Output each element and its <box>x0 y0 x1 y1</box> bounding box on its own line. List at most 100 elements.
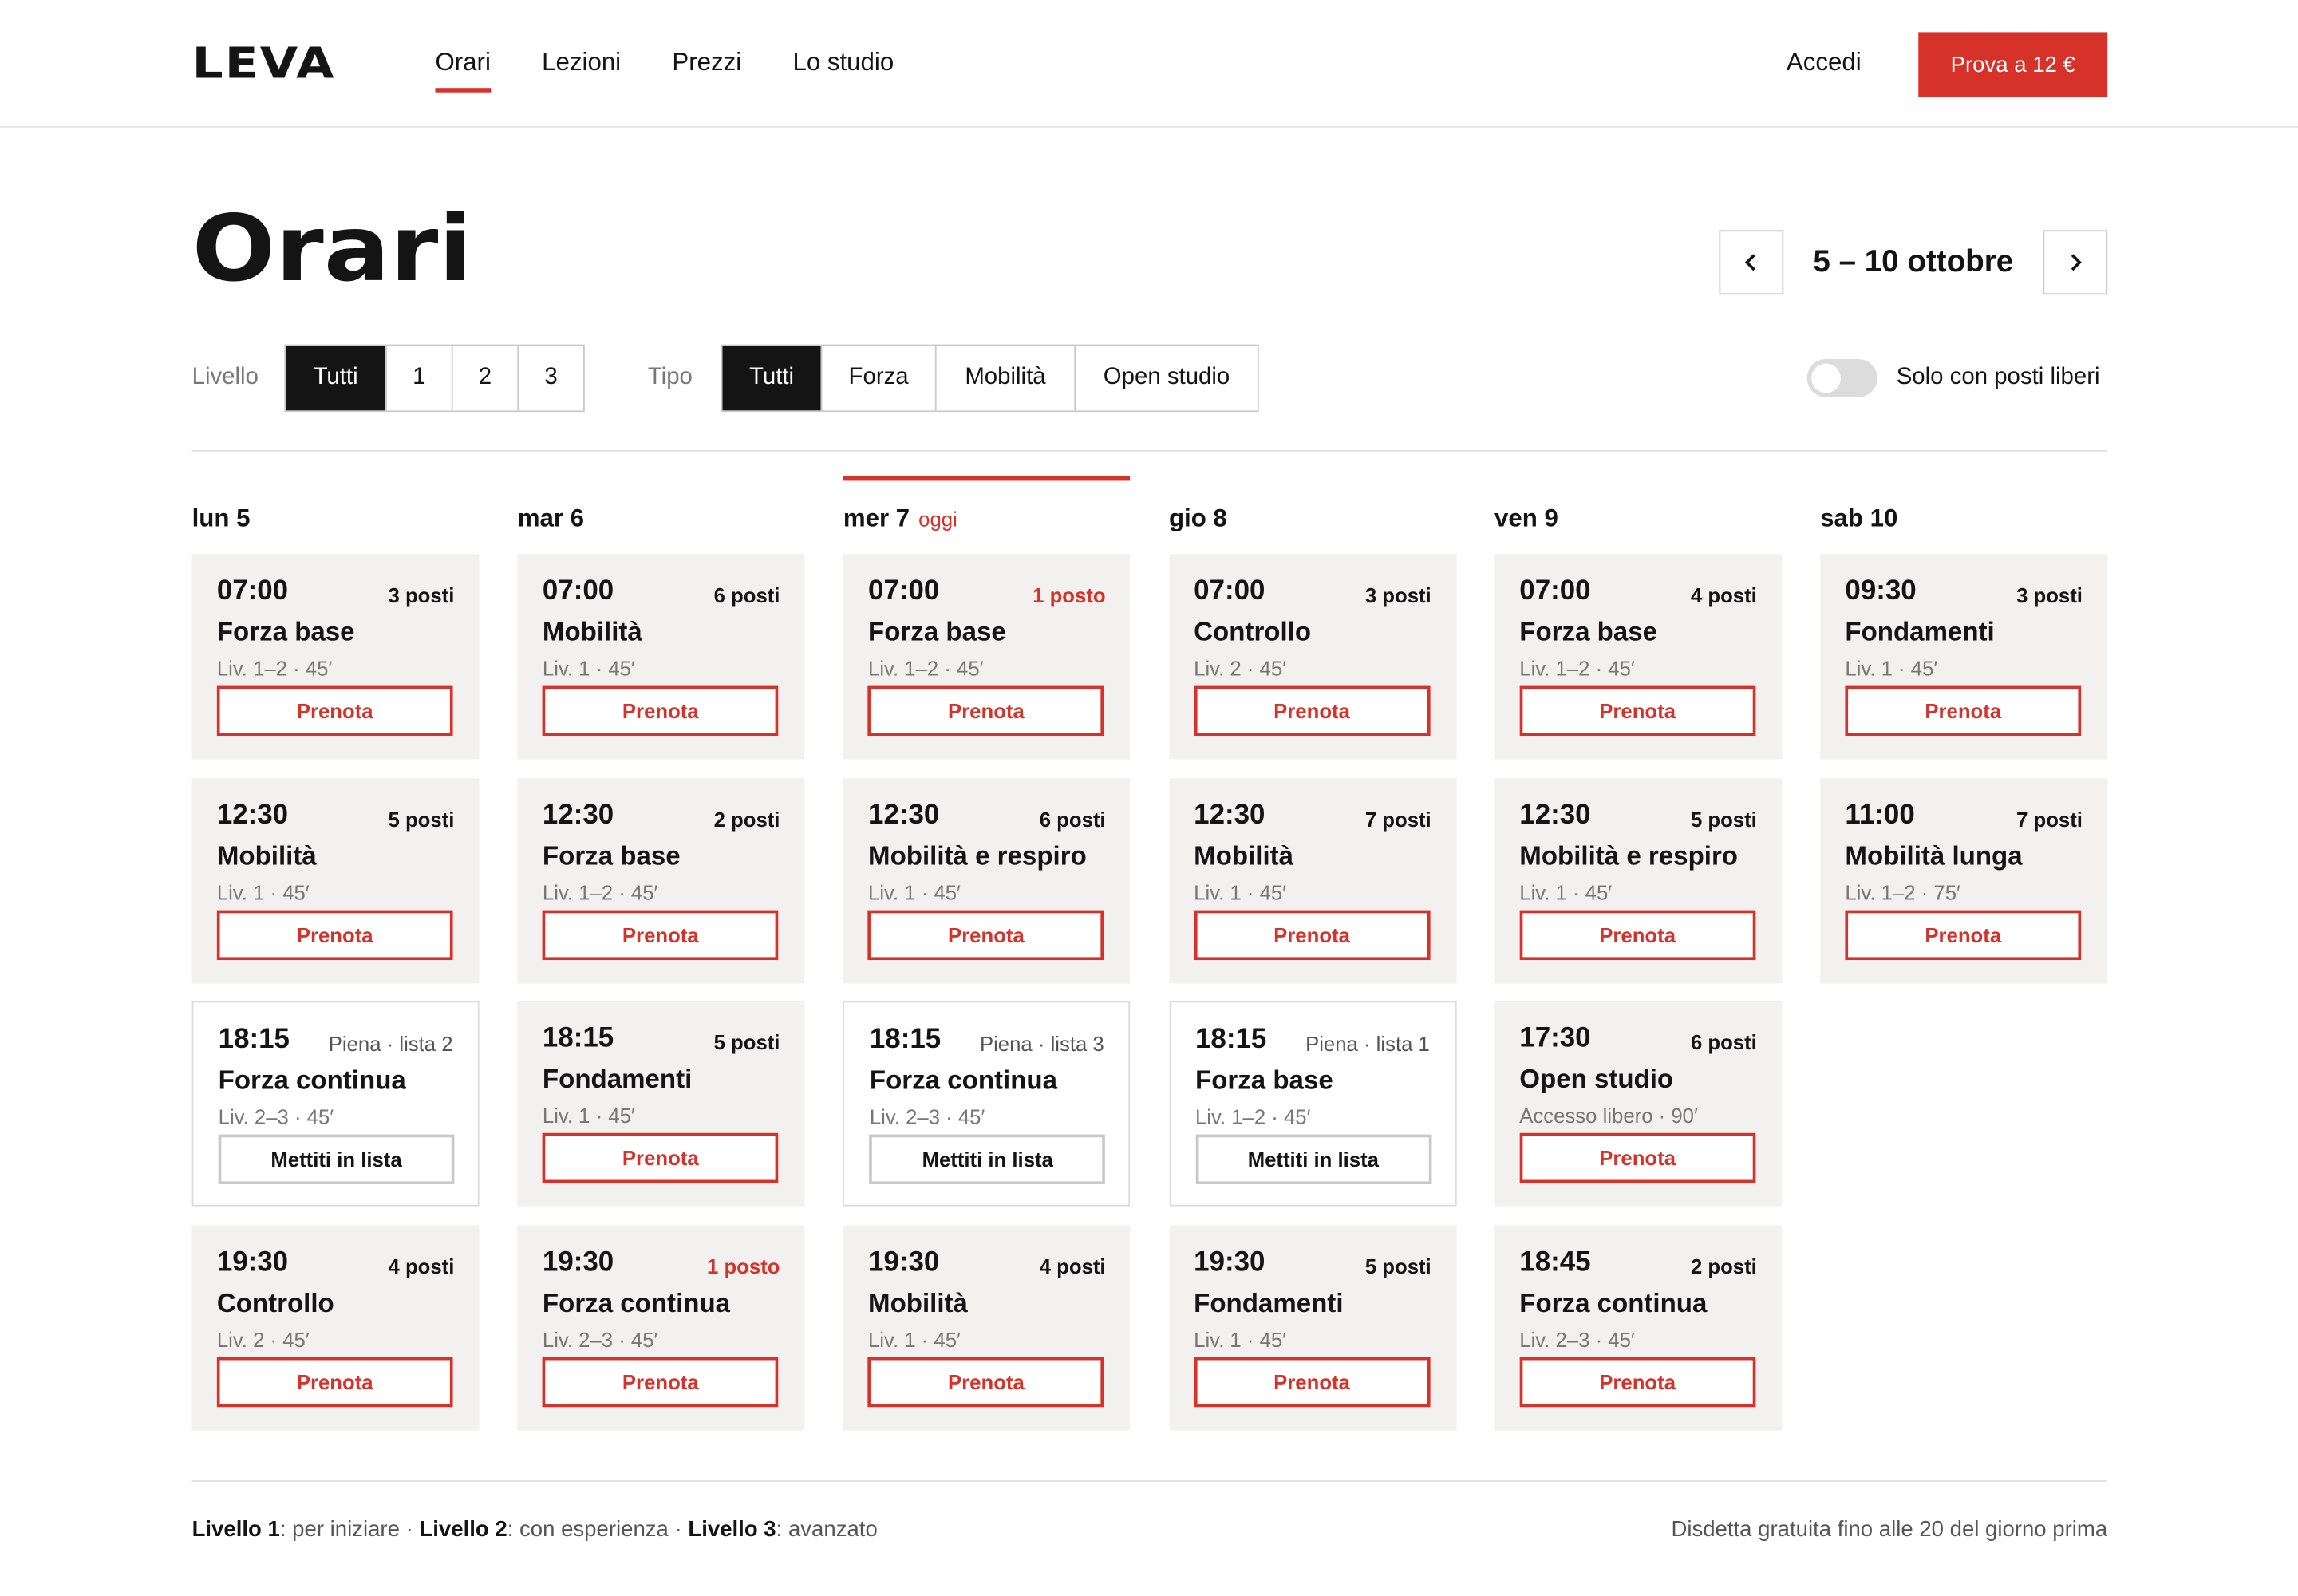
book-button[interactable]: Prenota <box>868 1356 1104 1407</box>
class-card: 12:30 6 posti Mobilità e respiro Liv. 1 · 4… <box>843 777 1131 983</box>
class-seats: 4 posti <box>1039 1254 1106 1278</box>
legend-separator: · <box>668 1516 689 1543</box>
class-time: 12:30 <box>216 799 289 831</box>
book-button[interactable]: Prenota <box>1194 685 1430 737</box>
class-name: Forza base <box>1519 617 1658 646</box>
class-meta: Accesso libero · 90′ <box>1519 1104 1698 1128</box>
legend-level-1: Livello 1 <box>192 1516 280 1543</box>
book-button[interactable]: Prenota <box>868 685 1104 737</box>
level-option-tutti[interactable]: Tutti <box>286 346 386 411</box>
logo[interactable]: LEVA <box>192 40 336 87</box>
week-navigator: 5 – 10 ottobre <box>1719 230 2108 295</box>
waitlist-button[interactable]: Mettiti in lista <box>869 1134 1106 1185</box>
login-link[interactable]: Accedi <box>1787 45 1862 81</box>
class-card: 19:30 1 posto Forza continua Liv. 2–3 · 45′… <box>517 1224 805 1430</box>
week-range-label: 5 – 10 ottobre <box>1813 244 2014 279</box>
class-seats: 5 posti <box>1364 1254 1431 1278</box>
class-meta: Liv. 1 · 45′ <box>868 879 961 904</box>
nav-item-prezzi[interactable]: Prezzi <box>672 45 741 81</box>
today-badge: oggi <box>918 507 958 531</box>
class-name: Forza continua <box>1519 1287 1708 1317</box>
chevron-left-icon <box>1744 254 1755 271</box>
book-button[interactable]: Prenota <box>1519 685 1755 737</box>
level-legend: Livello 1: per iniziare · Livello 2: con… <box>192 1515 878 1545</box>
footer-divider <box>192 1480 2108 1482</box>
class-seats: Piena · lista 1 <box>1305 1032 1430 1056</box>
class-card: 19:30 4 posti Controllo Liv. 2 · 45′ Prenota <box>192 1224 480 1430</box>
book-button[interactable]: Prenota <box>1519 1356 1755 1407</box>
class-card: 18:15 5 posti Fondamenti Liv. 1 · 45′ Prenot… <box>517 1001 805 1207</box>
class-card: 07:00 3 posti Controllo Liv. 2 · 45′ Prenota <box>1168 554 1456 760</box>
class-card: 11:00 7 posti Mobilità lunga Liv. 1–2 · 75′… <box>1820 777 2108 983</box>
class-card: 12:30 5 posti Mobilità Liv. 1 · 45′ Prenota <box>192 777 480 983</box>
book-button[interactable]: Prenota <box>542 1356 779 1407</box>
nav-item-lezioni[interactable]: Lezioni <box>542 45 621 81</box>
book-button[interactable]: Prenota <box>1519 1132 1755 1183</box>
class-meta: Liv. 2–3 · 45′ <box>218 1104 334 1129</box>
class-time: 18:15 <box>1195 1024 1267 1056</box>
class-time: 07:00 <box>542 575 614 607</box>
class-card: 09:30 3 posti Fondamenti Liv. 1 · 45′ Prenot… <box>1820 554 2108 760</box>
prev-week-button[interactable] <box>1719 230 1784 295</box>
class-time: 18:45 <box>1519 1246 1591 1278</box>
book-button[interactable]: Prenota <box>542 685 779 737</box>
book-button[interactable]: Prenota <box>868 909 1104 960</box>
class-seats: 2 posti <box>1690 1254 1757 1278</box>
class-card: 19:30 5 posti Fondamenti Liv. 1 · 45′ Prenot… <box>1168 1224 1456 1430</box>
class-meta: Liv. 1–2 · 45′ <box>1519 656 1635 681</box>
book-button[interactable]: Prenota <box>216 685 453 737</box>
class-meta: Liv. 1–2 · 45′ <box>216 656 333 681</box>
book-button[interactable]: Prenota <box>216 909 453 960</box>
class-meta: Liv. 1 · 45′ <box>216 879 310 904</box>
level-option-3[interactable]: 3 <box>517 346 584 411</box>
book-button[interactable]: Prenota <box>1194 909 1430 960</box>
class-seats: Piena · lista 2 <box>328 1032 453 1056</box>
level-option-1[interactable]: 1 <box>385 346 452 411</box>
type-option-mobilita[interactable]: Mobilità <box>934 346 1075 411</box>
waitlist-button[interactable]: Mettiti in lista <box>1195 1134 1431 1185</box>
class-time: 18:15 <box>542 1023 614 1054</box>
class-meta: Liv. 1–2 · 45′ <box>542 879 658 904</box>
type-option-tutti[interactable]: Tutti <box>722 346 821 411</box>
type-option-open-studio[interactable]: Open studio <box>1074 346 1258 411</box>
book-button[interactable]: Prenota <box>1519 909 1755 960</box>
type-filter: Tutti Forza Mobilità Open studio <box>721 344 1259 413</box>
class-card: 12:30 5 posti Mobilità e respiro Liv. 1 · 4… <box>1494 777 1783 983</box>
legend-level-3: Livello 3 <box>688 1516 776 1543</box>
class-meta: Liv. 1 · 45′ <box>1845 656 1938 681</box>
class-name: Forza base <box>868 617 1006 646</box>
class-seats: 4 posti <box>1690 583 1757 607</box>
site-header: LEVA Orari Lezioni Prezzi Lo studio Acce… <box>0 0 2298 128</box>
main-nav: Orari Lezioni Prezzi Lo studio <box>435 45 894 93</box>
next-week-button[interactable] <box>2043 230 2108 295</box>
book-button[interactable]: Prenota <box>1845 685 2082 737</box>
book-button[interactable]: Prenota <box>216 1356 453 1407</box>
class-name: Forza base <box>542 840 681 871</box>
waitlist-button[interactable]: Mettiti in lista <box>218 1134 455 1185</box>
class-meta: Liv. 1 · 45′ <box>1194 1327 1286 1351</box>
class-time: 12:30 <box>542 799 614 831</box>
book-button[interactable]: Prenota <box>542 1132 779 1183</box>
trial-cta-button[interactable]: Prova a 12 € <box>1918 32 2108 97</box>
class-name: Forza continua <box>542 1287 731 1317</box>
nav-item-lo-studio[interactable]: Lo studio <box>792 45 894 81</box>
class-meta: Liv. 1 · 45′ <box>1519 879 1613 904</box>
book-button[interactable]: Prenota <box>542 909 779 960</box>
book-button[interactable]: Prenota <box>1845 909 2082 960</box>
class-seats: Piena · lista 3 <box>979 1032 1104 1056</box>
class-seats: 7 posti <box>1364 807 1431 831</box>
class-meta: Liv. 2–3 · 45′ <box>1519 1327 1635 1351</box>
class-name: Forza base <box>1195 1065 1333 1096</box>
class-seats: 5 posti <box>1690 807 1757 831</box>
only-free-label: Solo con posti liberi <box>1896 365 2100 390</box>
nav-item-orari[interactable]: Orari <box>435 45 491 93</box>
class-meta: Liv. 1 · 45′ <box>542 1104 635 1128</box>
class-name: Mobilità e respiro <box>868 840 1087 871</box>
level-option-2[interactable]: 2 <box>451 346 518 411</box>
book-button[interactable]: Prenota <box>1194 1356 1430 1407</box>
class-time: 11:00 <box>1845 799 1915 831</box>
day-label: mar 6 <box>517 504 585 532</box>
only-free-toggle[interactable] <box>1806 358 1877 397</box>
type-option-forza[interactable]: Forza <box>820 346 935 411</box>
class-time: 12:30 <box>1194 799 1265 831</box>
